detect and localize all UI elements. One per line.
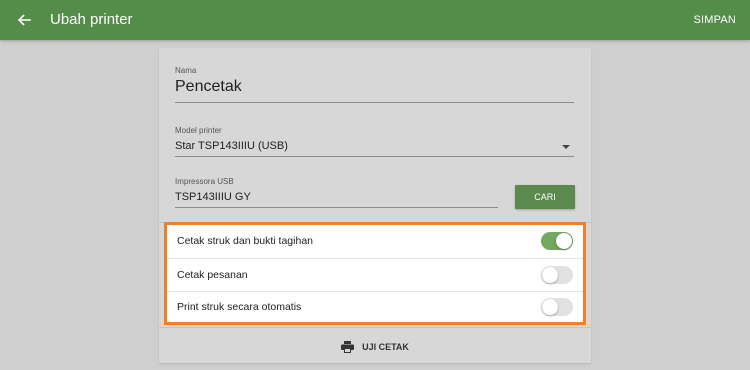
- usb-printer-field[interactable]: TSP143IIIU GY: [175, 191, 251, 203]
- name-field-label: Nama: [175, 66, 197, 75]
- page-title: Ubah printer: [50, 11, 133, 28]
- test-print-button[interactable]: UJI CETAK: [159, 334, 591, 360]
- toggle-row-print-receipt[interactable]: Cetak struk dan bukti tagihan: [167, 225, 583, 257]
- name-field-underline: [175, 102, 574, 103]
- auto-print-switch[interactable]: [541, 298, 573, 316]
- test-print-label: UJI CETAK: [362, 342, 409, 352]
- switch-knob: [556, 233, 572, 249]
- app-bar: Ubah printer SIMPAN: [0, 0, 750, 40]
- toggle-label: Cetak struk dan bukti tagihan: [177, 235, 313, 247]
- toggle-row-print-order[interactable]: Cetak pesanan: [167, 258, 583, 290]
- print-receipt-switch[interactable]: [541, 232, 573, 250]
- usb-field-underline: [175, 207, 498, 208]
- switch-knob: [542, 266, 558, 283]
- toggle-label: Cetak pesanan: [177, 268, 248, 281]
- search-button[interactable]: CARI: [515, 185, 575, 209]
- print-order-switch[interactable]: [541, 265, 573, 284]
- switch-knob: [542, 299, 558, 315]
- usb-field-label: Impressora USB: [175, 177, 234, 186]
- model-select-underline: [175, 156, 574, 157]
- back-button[interactable]: [12, 8, 36, 32]
- toggle-row-auto-print[interactable]: Print struk secara otomatis: [167, 291, 583, 322]
- print-options-panel: Cetak struk dan bukti tagihan Cetak pesa…: [164, 222, 586, 325]
- chevron-down-icon[interactable]: [562, 145, 570, 149]
- toggle-label: Print struk secara otomatis: [177, 301, 302, 313]
- name-field[interactable]: Pencetak: [175, 78, 242, 96]
- printer-icon: [341, 341, 355, 353]
- divider: [159, 327, 591, 328]
- arrow-left-icon: [17, 14, 31, 26]
- save-button[interactable]: SIMPAN: [693, 14, 736, 26]
- model-select[interactable]: Star TSP143IIIU (USB): [175, 140, 288, 152]
- model-field-label: Model printer: [175, 126, 222, 135]
